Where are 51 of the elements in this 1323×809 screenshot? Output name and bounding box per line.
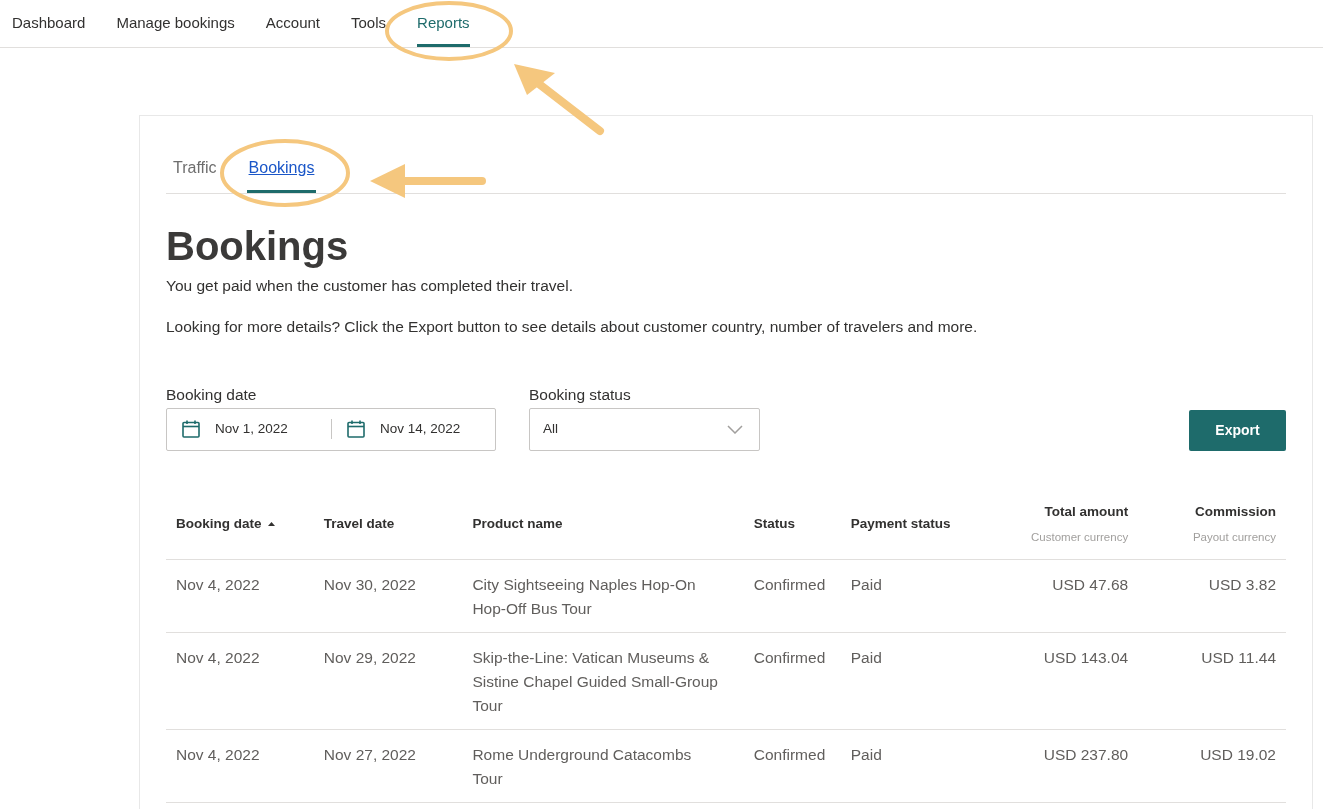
chevron-down-icon [727,424,743,434]
table-cell-text: Nov 4, 2022 [176,648,260,669]
section-tab[interactable]: Bookings [246,156,317,193]
column-header[interactable]: Travel date [323,513,395,535]
table-cell-text: Paid [850,575,882,596]
nav-tab[interactable]: Dashboard [12,0,86,47]
table-cell-text: USD 19.02 [1200,745,1276,766]
section-tab[interactable]: Traffic [171,156,219,193]
nav-tab[interactable]: Tools [351,0,387,47]
column-header[interactable]: Status [753,513,796,535]
description-text: You get paid when the customer has completed their travel. [166,276,574,296]
sort-ascending-icon [267,522,275,526]
filter-label: Booking status [529,384,632,405]
table-cell-text: Confirmed [753,575,826,596]
table-cell-text: Nov 4, 2022 [176,575,260,596]
table-cell-text: USD 11.44 [1201,648,1276,669]
table-cell-text: Paid [850,648,882,669]
nav-tab[interactable]: Manage bookings [116,0,235,47]
description-text: Looking for more details? Click the Export button to see details about customer country, number of travelers and more. [166,317,979,338]
column-header[interactable]: Booking date [176,513,275,535]
start-date: Nov 1, 2022 [215,420,288,439]
column-subheader: Customer currency [1031,529,1129,545]
date-range-field[interactable]: Nov 1, 2022 Nov 14, 2022 [166,407,496,451]
calendar-icon [346,419,366,440]
table-cell-text: Nov 29, 2022 [323,648,416,669]
table-cell-text: Skip-the-Line: Vatican Museums & Sistine Chapel Guided Small-Group Tour [472,648,719,717]
export-button[interactable]: Export [1189,409,1286,451]
column-header[interactable]: Payment status [850,513,951,535]
column-header[interactable]: Commission [1195,502,1276,523]
table-cell-text: Rome Underground Catacombs Tour [472,745,693,790]
table-cell-text: USD 3.82 [1208,575,1276,596]
column-header[interactable]: Product name [472,513,563,535]
table-cell-text: Nov 27, 2022 [323,745,416,766]
page-heading: Bookings [166,223,350,270]
table-cell-text: Confirmed [753,745,826,766]
table-cell-text: USD 47.68 [1052,575,1129,596]
nav-tab[interactable]: Reports [417,0,470,47]
status-dropdown[interactable]: All [529,407,760,451]
column-subheader: Payout currency [1192,529,1276,545]
table-cell-text: Nov 30, 2022 [323,575,416,596]
nav-tab[interactable]: Account [265,0,320,47]
table-cell-text: USD 237.80 [1043,745,1129,766]
table-cell-text: City Sightseeing Naples Hop-On Hop-Off Bus Tour [472,575,697,620]
table-cell-text: Paid [850,745,882,766]
table-cell-text: Nov 4, 2022 [176,745,260,766]
filter-label: Booking date [166,384,258,405]
end-date: Nov 14, 2022 [380,420,461,439]
calendar-icon [181,419,201,440]
column-header[interactable]: Total amount [1044,502,1129,523]
table-cell-text: USD 143.04 [1043,648,1129,669]
table-cell-text: Confirmed [753,648,826,669]
